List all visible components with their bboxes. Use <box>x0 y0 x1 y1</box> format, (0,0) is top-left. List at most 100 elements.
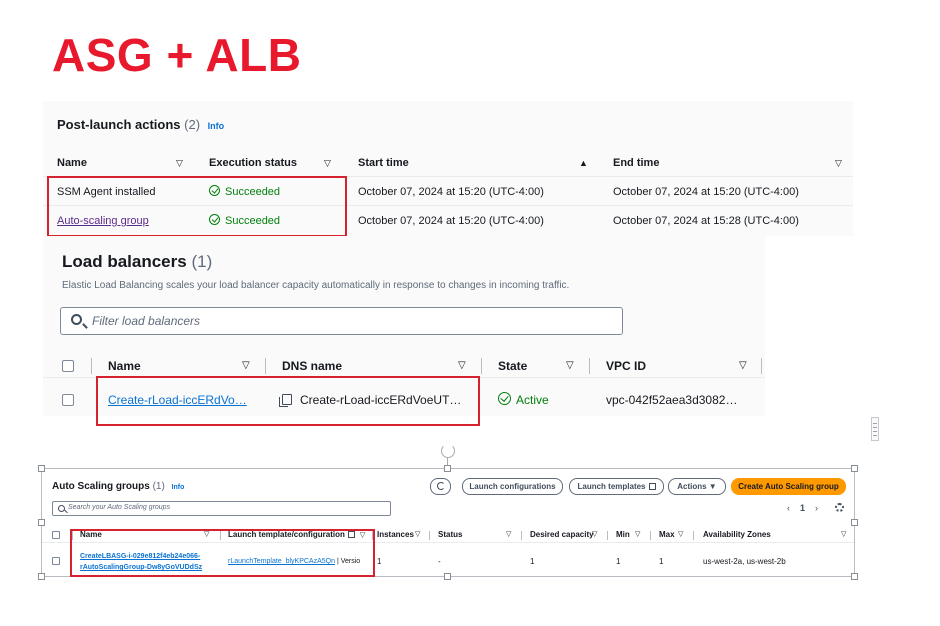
min-size: 1 <box>616 557 621 566</box>
column-header-dns-name[interactable]: DNS name <box>282 354 342 378</box>
asg-title: Auto Scaling groups <box>52 481 150 492</box>
search-placeholder: Search your Auto Scaling groups <box>68 504 171 511</box>
column-header-state[interactable]: State <box>498 354 527 378</box>
column-header-desired-capacity[interactable]: Desired capacity <box>530 527 594 543</box>
resize-handle[interactable] <box>851 573 858 580</box>
pagination-prev-button[interactable]: ‹ <box>787 503 790 513</box>
column-header-start-time[interactable]: Start time <box>358 149 409 177</box>
resize-handle[interactable] <box>38 519 45 526</box>
highlight-box <box>70 529 375 577</box>
sort-icon[interactable]: ▽ <box>506 527 511 543</box>
sort-icon[interactable]: ▽ <box>835 149 842 177</box>
start-time: October 07, 2024 at 15:20 (UTC-4:00) <box>358 215 544 227</box>
column-header-instances[interactable]: Instances <box>377 527 414 543</box>
max-size: 1 <box>659 557 664 566</box>
column-header-min[interactable]: Min <box>616 527 630 543</box>
column-header-availability-zones[interactable]: Availability Zones <box>703 527 771 543</box>
sort-icon[interactable]: ▽ <box>242 354 250 378</box>
select-all-checkbox[interactable] <box>52 531 60 539</box>
column-header-name[interactable]: Name <box>57 149 87 177</box>
instances-count: 1 <box>377 557 382 566</box>
state: Active <box>498 388 549 412</box>
sort-icon[interactable]: ▽ <box>635 527 640 543</box>
pagination-next-button[interactable]: › <box>815 503 818 513</box>
sort-icon[interactable]: ▽ <box>678 527 683 543</box>
column-divider <box>429 531 430 540</box>
resize-handle[interactable] <box>38 465 45 472</box>
rotate-handle-icon[interactable] <box>441 444 455 458</box>
asg-status: - <box>438 557 441 566</box>
post-launch-count: (2) <box>184 117 201 132</box>
column-header-max[interactable]: Max <box>659 527 675 543</box>
column-header-end-time[interactable]: End time <box>613 149 659 177</box>
filter-load-balancers-input[interactable]: Filter load balancers <box>60 307 623 335</box>
table-header: Name ▽ Execution status ▽ Start time ▲ E… <box>43 149 853 177</box>
scroll-marker <box>871 417 879 441</box>
column-header-name[interactable]: Name <box>108 354 141 378</box>
launch-templates-label: Launch templates <box>577 482 646 491</box>
settings-gear-icon[interactable] <box>835 503 844 512</box>
load-balancers-count: (1) <box>191 252 213 271</box>
resize-handle[interactable] <box>38 573 45 580</box>
load-balancers-title: Load balancers <box>62 252 187 271</box>
search-placeholder: Filter load balancers <box>92 314 201 328</box>
table-header: Name ▽ DNS name ▽ State ▽ VPC ID ▽ <box>43 354 765 378</box>
column-header-status[interactable]: Status <box>438 527 462 543</box>
sort-icon[interactable]: ▽ <box>415 527 420 543</box>
start-time: October 07, 2024 at 15:20 (UTC-4:00) <box>358 186 544 198</box>
column-divider <box>693 531 694 540</box>
post-launch-heading: Post-launch actions (2) Info <box>57 117 224 132</box>
sort-icon[interactable]: ▽ <box>176 149 183 177</box>
search-icon <box>58 505 65 512</box>
actions-button[interactable]: Actions ▼ <box>668 478 726 495</box>
column-divider <box>481 358 482 374</box>
end-time: October 07, 2024 at 15:28 (UTC-4:00) <box>613 215 799 227</box>
load-balancers-heading: Load balancers (1) <box>62 252 212 272</box>
resize-handle[interactable] <box>444 573 451 580</box>
sort-icon[interactable]: ▽ <box>324 149 331 177</box>
availability-zones: us-west-2a, us-west-2b <box>703 557 786 566</box>
column-divider <box>91 358 92 374</box>
launch-configurations-button[interactable]: Launch configurations <box>462 478 563 495</box>
row-checkbox[interactable] <box>62 394 74 406</box>
external-link-icon <box>648 483 656 490</box>
column-divider <box>650 531 651 540</box>
refresh-button[interactable] <box>430 478 451 495</box>
vpc-id: vpc-042f52aea3d3082… <box>606 393 738 407</box>
post-launch-info-link[interactable]: Info <box>208 121 225 131</box>
post-launch-title: Post-launch actions <box>57 117 181 132</box>
sort-icon[interactable]: ▽ <box>566 354 574 378</box>
column-divider <box>589 358 590 374</box>
sort-icon[interactable]: ▽ <box>841 527 846 543</box>
desired-capacity: 1 <box>530 557 535 566</box>
select-all-checkbox[interactable] <box>62 360 74 372</box>
pagination-page-1[interactable]: 1 <box>800 503 805 513</box>
highlight-box <box>96 376 480 426</box>
sort-ascending-icon[interactable]: ▲ <box>579 149 588 177</box>
asg-count: (1) <box>152 481 165 492</box>
column-header-execution-status[interactable]: Execution status <box>209 149 297 177</box>
create-auto-scaling-group-button[interactable]: Create Auto Scaling group <box>731 478 846 495</box>
launch-templates-button[interactable]: Launch templates <box>569 478 664 495</box>
column-divider <box>265 358 266 374</box>
sort-icon[interactable]: ▽ <box>592 527 597 543</box>
slide-title: ASG + ALB <box>52 29 302 81</box>
column-divider <box>607 531 608 540</box>
row-checkbox[interactable] <box>52 557 60 565</box>
state-text: Active <box>516 393 549 407</box>
column-header-vpc-id[interactable]: VPC ID <box>606 354 646 378</box>
resize-handle[interactable] <box>851 465 858 472</box>
asg-heading: Auto Scaling groups (1) Info <box>52 481 184 492</box>
column-divider <box>521 531 522 540</box>
highlight-box <box>47 176 347 237</box>
success-check-icon <box>498 392 511 405</box>
sort-icon[interactable]: ▽ <box>458 354 466 378</box>
resize-handle[interactable] <box>444 465 451 472</box>
search-asg-input[interactable]: Search your Auto Scaling groups <box>52 501 391 516</box>
sort-icon[interactable]: ▽ <box>739 354 747 378</box>
search-icon <box>71 314 82 325</box>
refresh-icon <box>436 482 445 490</box>
asg-info-link[interactable]: Info <box>172 484 185 491</box>
resize-handle[interactable] <box>851 519 858 526</box>
end-time: October 07, 2024 at 15:20 (UTC-4:00) <box>613 186 799 198</box>
